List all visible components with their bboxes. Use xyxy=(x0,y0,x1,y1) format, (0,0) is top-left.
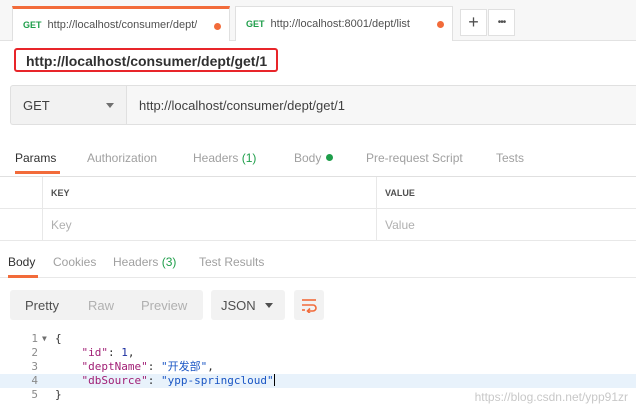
unsaved-dot-icon xyxy=(437,21,444,28)
line-number: 3 xyxy=(31,360,38,373)
tab-authorization[interactable]: Authorization xyxy=(87,148,157,174)
code-text: "dbSource": "ypp-springcloud" xyxy=(81,374,275,387)
tab-test-results[interactable]: Test Results xyxy=(199,252,264,278)
request-tab-1[interactable]: GET http://localhost/consumer/dept/ xyxy=(12,6,230,41)
json-key: "id" xyxy=(81,346,109,359)
code-text: "deptName": "开发部", xyxy=(81,360,214,373)
value-input[interactable]: Value xyxy=(376,209,636,241)
params-checkbox-col xyxy=(0,209,42,241)
key-input[interactable]: Key xyxy=(42,209,376,241)
tab-body[interactable]: Body xyxy=(294,148,334,174)
json-value: "ypp-springcloud" xyxy=(160,374,274,387)
more-icon: ••• xyxy=(497,17,506,28)
text-cursor xyxy=(273,374,275,386)
params-header-row: KEY VALUE xyxy=(0,177,636,209)
tab-method: GET xyxy=(246,19,265,29)
request-section-tabs: Params Authorization Headers (1) Body Pr… xyxy=(0,148,636,174)
plus-icon: + xyxy=(468,12,479,32)
tab-url: http://localhost/consumer/dept/ xyxy=(47,19,198,31)
tab-label: Test Results xyxy=(199,255,265,269)
line-number: 1 xyxy=(31,332,38,345)
line-number: 2 xyxy=(31,346,38,359)
tab-response-headers[interactable]: Headers (3) xyxy=(113,252,176,278)
body-indicator-dot-icon xyxy=(326,154,334,161)
method-value: GET xyxy=(23,97,50,113)
code-line: 2 "id": 1, xyxy=(0,346,636,360)
chevron-down-icon xyxy=(106,103,114,108)
new-tab-button[interactable]: + xyxy=(460,9,487,36)
chevron-down-icon xyxy=(265,303,273,308)
fold-arrow-icon[interactable]: ▼ xyxy=(42,332,47,346)
code-line: 3 "deptName": "开发部", xyxy=(0,360,636,374)
wrap-lines-icon xyxy=(302,299,317,313)
view-mode-segmented: Pretty Raw Preview xyxy=(10,290,203,320)
tab-label: Headers xyxy=(193,151,239,165)
code-line-active: 4 "dbSource": "ypp-springcloud" xyxy=(0,374,636,388)
code-line: 1 ▼ { xyxy=(0,332,636,346)
tab-params[interactable]: Params xyxy=(15,148,60,174)
tab-label: Authorization xyxy=(87,151,158,165)
raw-button[interactable]: Raw xyxy=(88,298,114,313)
code-text: "id": 1, xyxy=(81,346,135,359)
code-text: } xyxy=(55,388,62,401)
tab-label: Pre-request Script xyxy=(366,151,463,165)
tab-response-body[interactable]: Body xyxy=(8,252,38,278)
tab-pre-request-script[interactable]: Pre-request Script xyxy=(366,148,463,174)
tab-label: Cookies xyxy=(53,255,97,269)
watermark: https://blog.csdn.net/ypp91zr xyxy=(474,390,628,404)
key-column-header: KEY xyxy=(42,177,376,209)
code-text: { xyxy=(55,332,62,345)
tab-label: Body xyxy=(294,151,322,165)
value-column-header: VALUE xyxy=(376,177,636,209)
tab-label: Headers xyxy=(113,255,159,269)
more-tabs-button[interactable]: ••• xyxy=(488,9,515,36)
headers-count-badge: (3) xyxy=(161,255,177,269)
json-key: "dbSource" xyxy=(81,374,148,387)
format-select[interactable]: JSON xyxy=(211,290,285,320)
request-tab-2[interactable]: GET http://localhost:8001/dept/list xyxy=(235,6,453,41)
response-section-tabs: Body Cookies Headers (3) Test Results xyxy=(0,252,636,278)
json-value: "开发部" xyxy=(160,360,208,373)
line-number: 4 xyxy=(31,374,38,387)
params-checkbox-col xyxy=(0,177,42,209)
unsaved-dot-icon xyxy=(214,23,221,30)
tab-headers[interactable]: Headers (1) xyxy=(193,148,256,174)
pretty-button[interactable]: Pretty xyxy=(25,298,59,313)
json-value: 1 xyxy=(121,346,128,359)
url-value: http://localhost/consumer/dept/get/1 xyxy=(139,97,345,113)
json-key: "deptName" xyxy=(81,360,148,373)
wrap-lines-button[interactable] xyxy=(294,290,324,320)
format-value: JSON xyxy=(221,297,256,313)
request-name[interactable]: http://localhost/consumer/dept/get/1 xyxy=(26,53,267,69)
preview-button[interactable]: Preview xyxy=(141,298,187,313)
headers-count-badge: (1) xyxy=(241,151,257,165)
tab-label: Tests xyxy=(496,151,525,165)
line-number: 5 xyxy=(31,388,38,401)
params-input-row: Key Value xyxy=(0,209,636,241)
params-table: KEY VALUE Key Value xyxy=(0,176,636,241)
tab-tests[interactable]: Tests xyxy=(496,148,524,174)
url-input[interactable]: http://localhost/consumer/dept/get/1 xyxy=(126,85,636,125)
tab-cookies[interactable]: Cookies xyxy=(53,252,96,278)
tab-label: Params xyxy=(15,151,57,165)
tab-method: GET xyxy=(23,20,42,30)
tab-url: http://localhost:8001/dept/list xyxy=(270,18,410,30)
request-tab-bar: GET http://localhost/consumer/dept/ GET … xyxy=(0,0,636,41)
tab-label: Body xyxy=(8,255,36,269)
method-select[interactable]: GET xyxy=(10,85,126,125)
